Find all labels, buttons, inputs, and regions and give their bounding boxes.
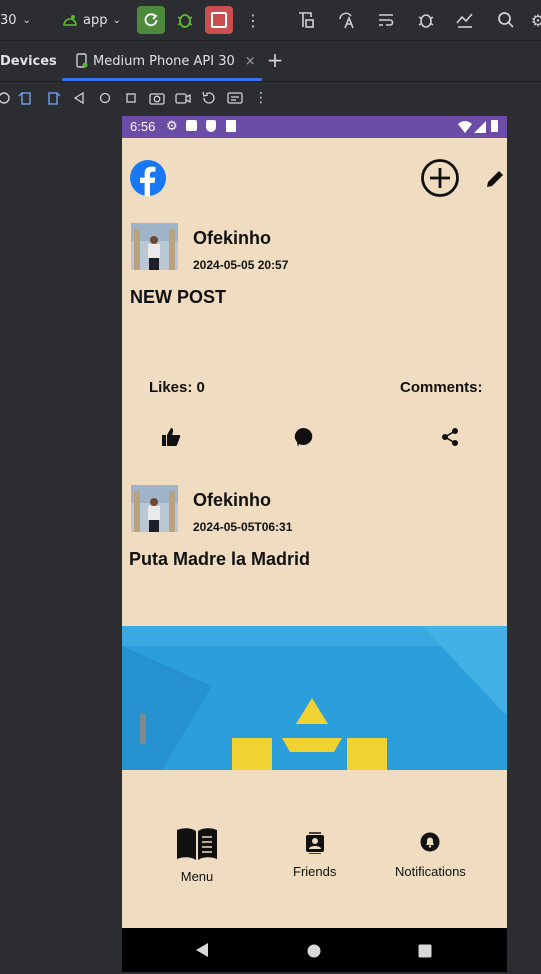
shield-icon: [206, 120, 216, 132]
nav-notifications-label: Notifications: [395, 864, 466, 879]
video-icon[interactable]: [175, 90, 191, 106]
tab-medium-phone[interactable]: Medium Phone API 30 ×: [62, 41, 262, 81]
device-sync-icon: [456, 13, 473, 28]
edit-pencil-icon[interactable]: [484, 168, 506, 190]
stop-icon: [211, 12, 227, 28]
likes-count: Likes: 0: [149, 379, 205, 396]
system-recents-button[interactable]: [418, 943, 432, 962]
debug-button[interactable]: [175, 10, 195, 30]
android-navigation-bar: [122, 928, 507, 972]
tab-devices[interactable]: Devices: [0, 41, 57, 81]
layout-inspector-button[interactable]: [296, 10, 316, 30]
device-manager-button[interactable]: [455, 10, 475, 30]
nav-menu-label: Menu: [180, 869, 214, 884]
post-date: 2024-05-05T06:31: [193, 520, 293, 534]
comment-button[interactable]: [291, 425, 315, 449]
active-tab-indicator: [62, 78, 262, 81]
more-icon[interactable]: ⋮: [243, 10, 263, 30]
notification-bell-icon: [420, 832, 440, 852]
run-config-selector[interactable]: app ⌄: [62, 0, 121, 40]
device-config-label: 30: [0, 12, 17, 28]
system-back-button[interactable]: [194, 942, 210, 962]
android-status-bar: 6:56 ⚙: [122, 116, 507, 138]
more-vertical-icon[interactable]: ⋮: [253, 90, 269, 106]
power-icon[interactable]: [0, 90, 12, 106]
thumbs-up-icon: [162, 428, 181, 446]
attach-debugger-button[interactable]: [416, 10, 436, 30]
facebook-logo[interactable]: [130, 160, 166, 196]
a-notification-icon: [186, 120, 197, 131]
layout-inspector-icon: [299, 12, 314, 28]
comments-label[interactable]: Comments:: [400, 379, 483, 396]
home-circle-icon: [307, 944, 321, 958]
home-icon[interactable]: [97, 90, 113, 106]
post-author[interactable]: Ofekinho: [193, 228, 271, 249]
search-icon: [498, 12, 514, 28]
translate-icon: [339, 12, 354, 29]
gear-icon: ⚙: [166, 118, 178, 133]
keyboard-icon[interactable]: [227, 90, 243, 106]
status-time: 6:56: [130, 119, 156, 134]
bug-icon: [177, 14, 193, 28]
settings-button[interactable]: ⚙: [528, 10, 541, 30]
close-icon[interactable]: ×: [245, 54, 256, 69]
share-button[interactable]: [438, 425, 462, 449]
wrap-lines-button[interactable]: [376, 10, 396, 30]
avatar[interactable]: [131, 223, 178, 270]
post-text: NEW POST: [130, 287, 227, 307]
like-button[interactable]: [159, 425, 183, 449]
add-post-icon[interactable]: [420, 158, 460, 198]
contacts-icon: [305, 832, 324, 854]
run-config-label: app: [83, 12, 108, 28]
snapshot-icon[interactable]: [201, 90, 217, 106]
system-home-button[interactable]: [307, 943, 321, 962]
add-tab-button[interactable]: +: [265, 50, 285, 70]
tab-devices-label: Devices: [0, 53, 57, 69]
book-icon: [177, 828, 217, 860]
rotate-left-icon[interactable]: [18, 90, 34, 106]
chevron-down-icon: ⌄: [112, 14, 121, 26]
nav-friends-label: Friends: [293, 864, 337, 879]
post-author[interactable]: Ofekinho: [193, 490, 271, 511]
app-header: [122, 138, 507, 218]
comment-bubble-icon: [294, 427, 313, 447]
camera-icon[interactable]: [149, 90, 165, 106]
phone-device-icon: [76, 53, 88, 68]
chevron-down-icon: ⌄: [22, 14, 31, 26]
rerun-icon: [144, 13, 158, 27]
gear-icon: ⚙: [530, 10, 541, 30]
emulator-toolbar: ⋮: [0, 82, 541, 114]
avatar[interactable]: [131, 485, 178, 532]
nav-menu[interactable]: Menu: [175, 827, 219, 884]
wrap-icon: [379, 14, 394, 26]
tab-medium-phone-label: Medium Phone API 30: [93, 53, 235, 69]
wifi-icon: [458, 121, 472, 133]
bottom-navigation: Menu Friends Notifications: [122, 770, 507, 928]
tool-window-tabs: Devices Medium Phone API 30 × +: [0, 41, 541, 82]
device-config-selector[interactable]: 30 ⌄: [0, 0, 31, 40]
android-icon: [63, 15, 77, 26]
back-triangle-icon: [196, 943, 208, 957]
nav-notifications[interactable]: Notifications: [395, 832, 466, 879]
rerun-button[interactable]: [137, 6, 165, 34]
battery-icon: [491, 120, 498, 132]
translate-button[interactable]: [336, 10, 356, 30]
nav-friends[interactable]: Friends: [293, 832, 336, 879]
phone-screen: 6:56 ⚙ Ofekinho 2024-05-05 20:57 NEW POS…: [122, 116, 507, 972]
rotate-right-icon[interactable]: [45, 90, 61, 106]
share-icon: [442, 428, 458, 446]
search-button[interactable]: [496, 10, 516, 30]
post-image[interactable]: [122, 626, 507, 770]
signal-icon: [474, 121, 486, 133]
recents-square-icon: [418, 944, 432, 958]
bug-outline-icon: [418, 14, 434, 28]
post-date: 2024-05-05 20:57: [193, 258, 289, 272]
plus-icon: +: [266, 48, 284, 72]
stop-button[interactable]: [205, 6, 233, 34]
overview-icon[interactable]: [123, 90, 139, 106]
post-text: Puta Madre la Madrid: [129, 549, 311, 569]
back-icon[interactable]: [71, 90, 87, 106]
ide-toolbar: 30 ⌄ app ⌄ ⋮ ⚙: [0, 0, 541, 41]
sd-card-icon: [226, 120, 236, 132]
